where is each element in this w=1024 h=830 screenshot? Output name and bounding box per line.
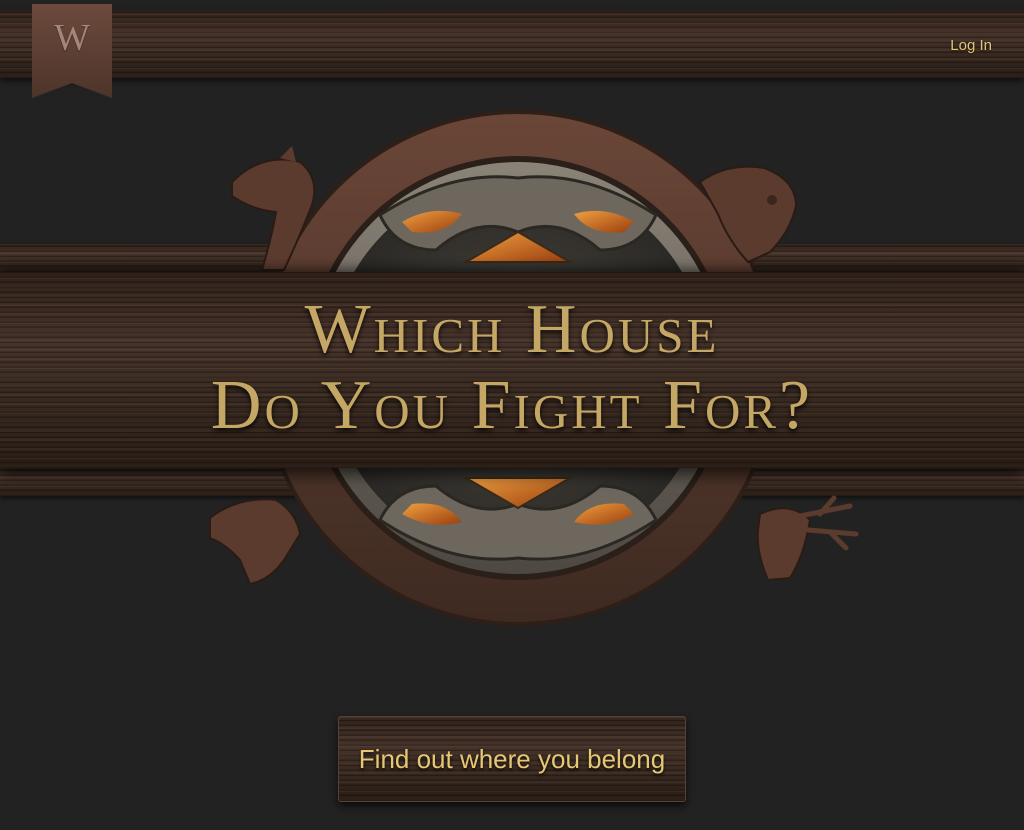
find-house-button-label: Find out where you belong xyxy=(358,743,666,774)
page-title: Which House Do You Fight For? xyxy=(0,292,1024,444)
title-line-1: Which House xyxy=(304,291,720,368)
find-house-button[interactable]: Find out where you belong xyxy=(338,716,686,802)
wolf-sigil-icon xyxy=(209,498,302,586)
title-line-2: Do You Fight For? xyxy=(210,367,814,444)
stag-sigil-icon xyxy=(756,495,859,582)
